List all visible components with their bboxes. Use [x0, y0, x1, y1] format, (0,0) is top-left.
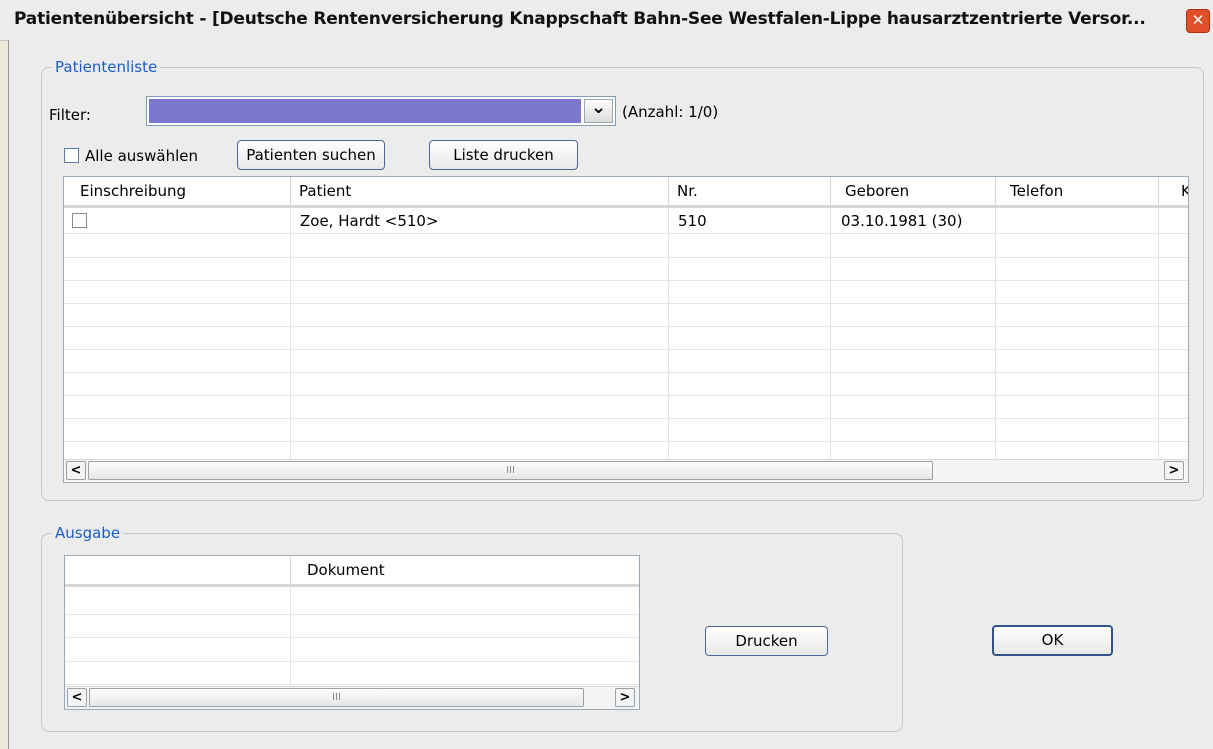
- patient-table[interactable]: Einschreibung Patient Nr. Geboren Telefo…: [63, 176, 1189, 483]
- search-patients-button[interactable]: Patienten suchen: [237, 140, 385, 170]
- dialog-client-area: Patientenliste Filter: ⌄ (Anzahl: 1/0) A…: [8, 40, 1213, 749]
- table-row[interactable]: Zoe, Hardt <510> 510 03.10.1981 (30): [64, 209, 1188, 233]
- row-divider: [65, 614, 639, 615]
- column-divider: [1158, 208, 1159, 460]
- column-divider: [830, 208, 831, 460]
- row-divider: [64, 372, 1188, 373]
- print-button[interactable]: Drucken: [705, 626, 828, 656]
- row-divider: [64, 257, 1188, 258]
- select-all-label[interactable]: Alle auswählen: [85, 147, 198, 165]
- column-divider: [668, 208, 669, 460]
- scroll-left-icon[interactable]: <: [67, 688, 87, 707]
- row-divider: [65, 684, 639, 685]
- column-divider: [290, 208, 291, 460]
- scroll-left-icon[interactable]: <: [66, 461, 86, 480]
- patient-table-hscrollbar[interactable]: < III >: [64, 459, 1188, 482]
- output-table-header: Dokument: [65, 556, 639, 587]
- row-divider: [64, 280, 1188, 281]
- scroll-thumb[interactable]: III: [89, 688, 584, 707]
- count-text: (Anzahl: 1/0): [622, 103, 719, 121]
- row-divider: [64, 326, 1188, 327]
- ok-button[interactable]: OK: [992, 625, 1113, 656]
- output-table-hscrollbar[interactable]: < III >: [65, 686, 639, 709]
- row-divider: [64, 441, 1188, 442]
- column-header-dokument[interactable]: Dokument: [290, 556, 639, 584]
- output-document-table[interactable]: Dokument < III >: [64, 555, 640, 710]
- row-divider: [64, 395, 1188, 396]
- close-icon[interactable]: ✕: [1186, 9, 1210, 33]
- column-header-patient[interactable]: Patient: [290, 177, 668, 205]
- column-header-telefon[interactable]: Telefon: [995, 177, 1158, 205]
- filter-value: [149, 99, 581, 123]
- geboren-cell: 03.10.1981 (30): [841, 212, 963, 230]
- chevron-down-icon[interactable]: ⌄: [584, 99, 613, 123]
- patient-name-cell: Zoe, Hardt <510>: [300, 212, 439, 230]
- scroll-thumb[interactable]: III: [88, 461, 933, 480]
- column-header-k[interactable]: K: [1158, 177, 1188, 205]
- row-divider: [64, 303, 1188, 304]
- column-header-geboren[interactable]: Geboren: [830, 177, 995, 205]
- scroll-right-icon[interactable]: >: [1164, 461, 1184, 480]
- row-divider: [65, 661, 639, 662]
- row-divider: [65, 637, 639, 638]
- patientenliste-legend: Patientenliste: [55, 58, 158, 76]
- column-divider: [995, 208, 996, 460]
- column-header-einschreibung[interactable]: Einschreibung: [64, 177, 290, 205]
- row-divider: [64, 233, 1188, 234]
- select-all-checkbox[interactable]: [64, 148, 79, 163]
- patient-table-header: Einschreibung Patient Nr. Geboren Telefo…: [64, 177, 1188, 208]
- print-list-button[interactable]: Liste drucken: [429, 140, 578, 170]
- title-bar: Patientenübersicht - [Deutsche Rentenver…: [0, 0, 1213, 41]
- filter-dropdown[interactable]: ⌄: [146, 96, 616, 126]
- row-divider: [64, 418, 1188, 419]
- column-header-blank[interactable]: [65, 556, 290, 584]
- einschreibung-checkbox[interactable]: [72, 213, 87, 228]
- nr-cell: 510: [678, 212, 707, 230]
- filter-label: Filter:: [49, 106, 91, 124]
- ausgabe-legend: Ausgabe: [55, 524, 121, 542]
- row-divider: [64, 349, 1188, 350]
- column-header-nr[interactable]: Nr.: [668, 177, 830, 205]
- scroll-right-icon[interactable]: >: [615, 688, 635, 707]
- window-title: Patientenübersicht - [Deutsche Rentenver…: [14, 9, 1146, 29]
